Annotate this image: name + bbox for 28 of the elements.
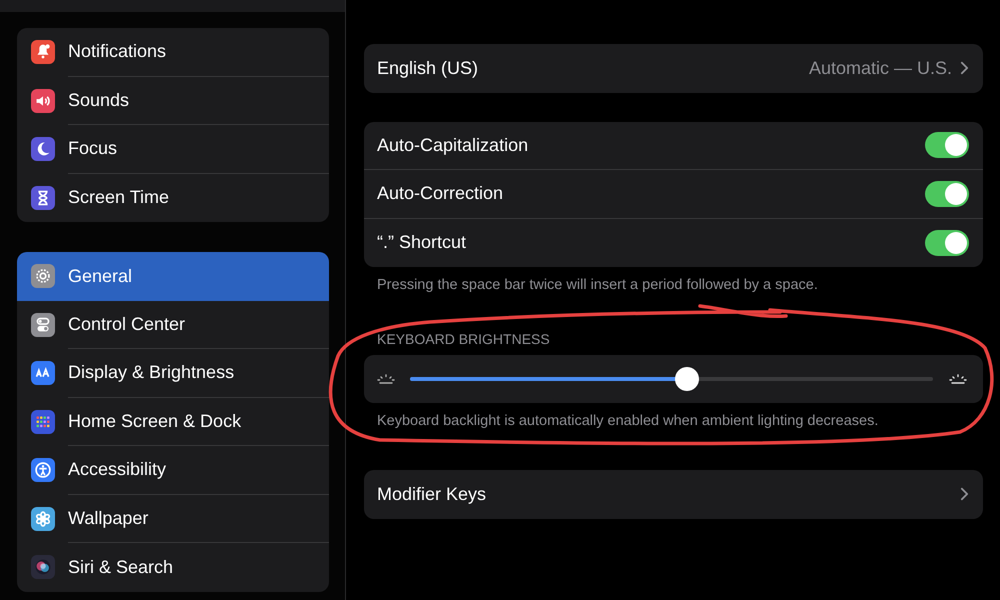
sidebar-item[interactable]: Accessibility	[17, 446, 329, 494]
setting-label: Auto-Correction	[377, 183, 504, 204]
chevron-icon	[960, 487, 969, 502]
sidebar-item[interactable]: Home Screen & Dock	[17, 398, 329, 446]
bright-sun-icon	[947, 373, 969, 385]
language-row[interactable]: English (US) Automatic — U.S.	[364, 44, 983, 92]
toggle-switch[interactable]	[925, 180, 969, 207]
dim-sun-icon	[376, 373, 396, 385]
slider-thumb[interactable]	[675, 367, 700, 391]
setting-label: Auto-Capitalization	[377, 134, 530, 156]
modifier-keys-row[interactable]: Modifier Keys	[364, 470, 983, 518]
sidebar-item[interactable]: General	[17, 252, 329, 300]
sidebar-item[interactable]: Notifications	[17, 28, 329, 76]
sidebar-item[interactable]: Siri & Search	[17, 543, 329, 592]
sidebar-item[interactable]: Sounds	[17, 76, 329, 125]
chevron-icon	[960, 61, 969, 76]
setting-label: “.” Shortcut	[377, 232, 468, 254]
section-header: KEYBOARD BRIGHTNESS	[376, 330, 551, 349]
sidebar-item[interactable]: Screen Time	[17, 174, 329, 222]
footer-text: Keyboard backlight is automatically enabled when ambient lighting decreases.	[376, 412, 880, 431]
sidebar-item[interactable]: Control Center	[17, 300, 329, 349]
toggle-switch[interactable]	[925, 230, 969, 256]
sidebar-item[interactable]: Display & Brightness	[17, 349, 329, 398]
brightness-slider[interactable]	[410, 367, 933, 391]
toggle-switch[interactable]	[925, 132, 969, 158]
sidebar-item[interactable]: Focus	[17, 125, 329, 174]
sidebar-item[interactable]: Wallpaper	[17, 494, 329, 543]
footer-text: Pressing the space bar twice will insert a period followed by a space.	[376, 276, 819, 295]
